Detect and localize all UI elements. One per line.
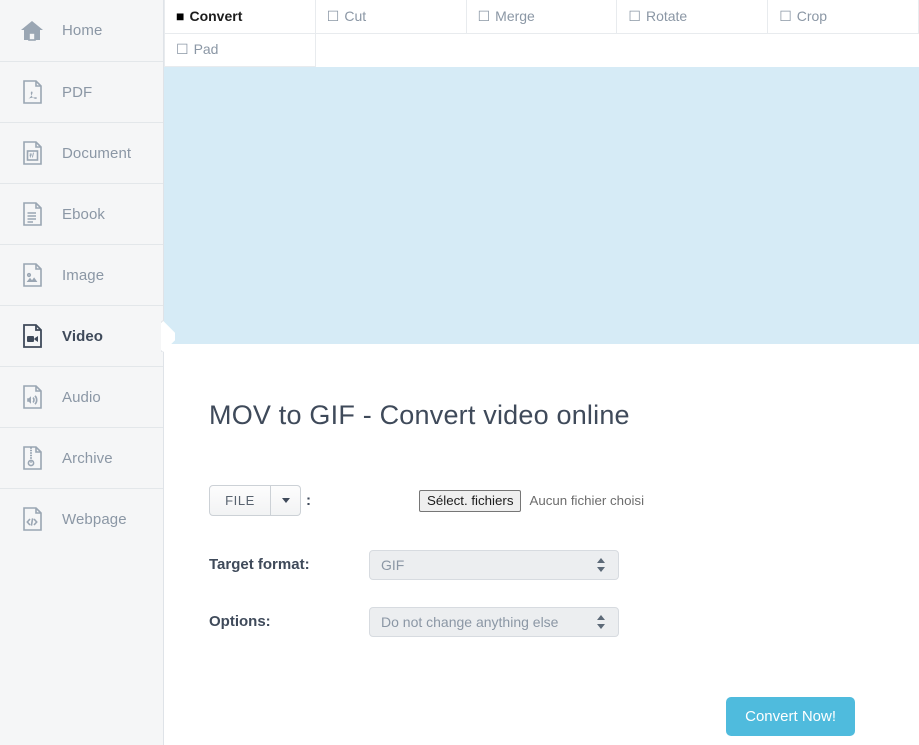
target-format-row: Target format: GIF bbox=[209, 549, 919, 580]
checkbox-unchecked-icon: ☐ bbox=[326, 7, 340, 24]
ebook-file-icon bbox=[18, 200, 46, 228]
sidebar: Home PDF Document Ebook Image Video Audi… bbox=[0, 0, 164, 745]
tabs-row-2-filler bbox=[315, 33, 918, 66]
select-spinner-icon bbox=[597, 557, 606, 573]
checkbox-unchecked-icon: ☐ bbox=[477, 7, 491, 24]
file-selection-status: Aucun fichier choisi bbox=[529, 493, 645, 508]
checkbox-unchecked-icon: ☐ bbox=[779, 7, 792, 24]
tab-cut[interactable]: ☐ Cut bbox=[314, 0, 467, 34]
tabs-row-1: ■ Convert ☐ Cut ☐ Merge ☐ Rotate ☐ Crop bbox=[164, 0, 919, 34]
operation-tabs: ■ Convert ☐ Cut ☐ Merge ☐ Rotate ☐ Crop ☐ Pad bbox=[164, 0, 919, 67]
tabs-row-2: ☐ Pad bbox=[164, 33, 919, 67]
sidebar-item-label: PDF bbox=[62, 83, 93, 101]
tab-rotate[interactable]: ☐ Rotate bbox=[616, 0, 769, 34]
options-select[interactable]: Do not change anything else bbox=[369, 606, 619, 637]
pdf-file-icon bbox=[18, 78, 46, 106]
sidebar-item-document[interactable]: Document bbox=[0, 122, 163, 183]
hero-banner bbox=[164, 66, 919, 344]
sidebar-item-audio[interactable]: Audio bbox=[0, 366, 163, 427]
sidebar-item-webpage[interactable]: Webpage bbox=[0, 488, 163, 549]
options-label: Options: bbox=[209, 613, 271, 630]
options-row: Options: Do not change anything else bbox=[209, 606, 919, 637]
tab-label: Rotate bbox=[645, 7, 688, 24]
target-format-label: Target format: bbox=[209, 556, 310, 573]
app-root: Home PDF Document Ebook Image Video Audi… bbox=[0, 0, 919, 745]
source-dropdown-toggle[interactable] bbox=[271, 485, 301, 516]
page-title: MOV to GIF - Convert video online bbox=[209, 399, 630, 430]
sidebar-item-label: Audio bbox=[62, 388, 101, 406]
tab-label: Convert bbox=[189, 8, 243, 25]
select-spinner-icon bbox=[597, 614, 606, 630]
checkbox-unchecked-icon: ☐ bbox=[176, 41, 189, 57]
choose-files-button[interactable]: Sélect. fichiers bbox=[419, 489, 522, 512]
target-format-select[interactable]: GIF bbox=[369, 549, 619, 580]
sidebar-item-label: Webpage bbox=[62, 510, 127, 528]
home-icon bbox=[18, 17, 46, 45]
code-file-icon bbox=[18, 505, 46, 533]
tab-convert[interactable]: ■ Convert bbox=[164, 0, 316, 34]
tab-pad[interactable]: ☐ Pad bbox=[164, 33, 316, 67]
audio-file-icon bbox=[18, 383, 46, 411]
sidebar-item-video[interactable]: Video bbox=[0, 305, 163, 366]
sidebar-item-label: Image bbox=[62, 266, 105, 284]
tab-label: Crop bbox=[796, 7, 828, 24]
sidebar-item-image[interactable]: Image bbox=[0, 244, 163, 305]
checkbox-checked-icon: ■ bbox=[176, 8, 185, 25]
source-file-button[interactable]: FILE bbox=[209, 485, 271, 516]
file-upload-input[interactable]: Sélect. fichiers Aucun fichier choisi bbox=[419, 489, 645, 512]
sidebar-item-label: Document bbox=[62, 144, 132, 162]
sidebar-item-home[interactable]: Home bbox=[0, 0, 163, 61]
source-type-button-group: FILE bbox=[209, 485, 301, 516]
sidebar-item-ebook[interactable]: Ebook bbox=[0, 183, 163, 244]
source-colon: : bbox=[306, 492, 311, 509]
content-area: ■ Convert ☐ Cut ☐ Merge ☐ Rotate ☐ Crop ☐ Pad bbox=[164, 0, 919, 745]
video-file-icon bbox=[18, 322, 46, 350]
tab-label: Merge bbox=[495, 7, 535, 24]
sidebar-item-label: Archive bbox=[62, 449, 113, 467]
options-value: Do not change anything else bbox=[381, 613, 559, 630]
word-document-icon bbox=[18, 139, 46, 167]
conversion-form: MOV to GIF - Convert video online FILE :… bbox=[164, 344, 919, 736]
tab-merge[interactable]: ☐ Merge bbox=[465, 0, 618, 34]
tab-label: Pad bbox=[193, 41, 219, 57]
sidebar-item-label: Ebook bbox=[62, 205, 106, 223]
convert-now-button[interactable]: Convert Now! bbox=[726, 696, 855, 736]
archive-file-icon bbox=[18, 444, 46, 472]
target-format-value: GIF bbox=[381, 556, 405, 573]
tab-label: Cut bbox=[344, 7, 367, 24]
source-file-row: FILE : Sélect. fichiers Aucun fichier ch… bbox=[209, 484, 919, 518]
sidebar-item-pdf[interactable]: PDF bbox=[0, 61, 163, 122]
convert-action-row: Convert Now! bbox=[209, 696, 919, 736]
caret-down-icon bbox=[281, 498, 290, 503]
sidebar-item-label: Video bbox=[62, 327, 104, 345]
sidebar-item-archive[interactable]: Archive bbox=[0, 427, 163, 488]
tab-crop[interactable]: ☐ Crop bbox=[767, 0, 919, 34]
image-file-icon bbox=[18, 261, 46, 289]
checkbox-unchecked-icon: ☐ bbox=[628, 7, 641, 24]
sidebar-item-label: Home bbox=[62, 22, 103, 39]
